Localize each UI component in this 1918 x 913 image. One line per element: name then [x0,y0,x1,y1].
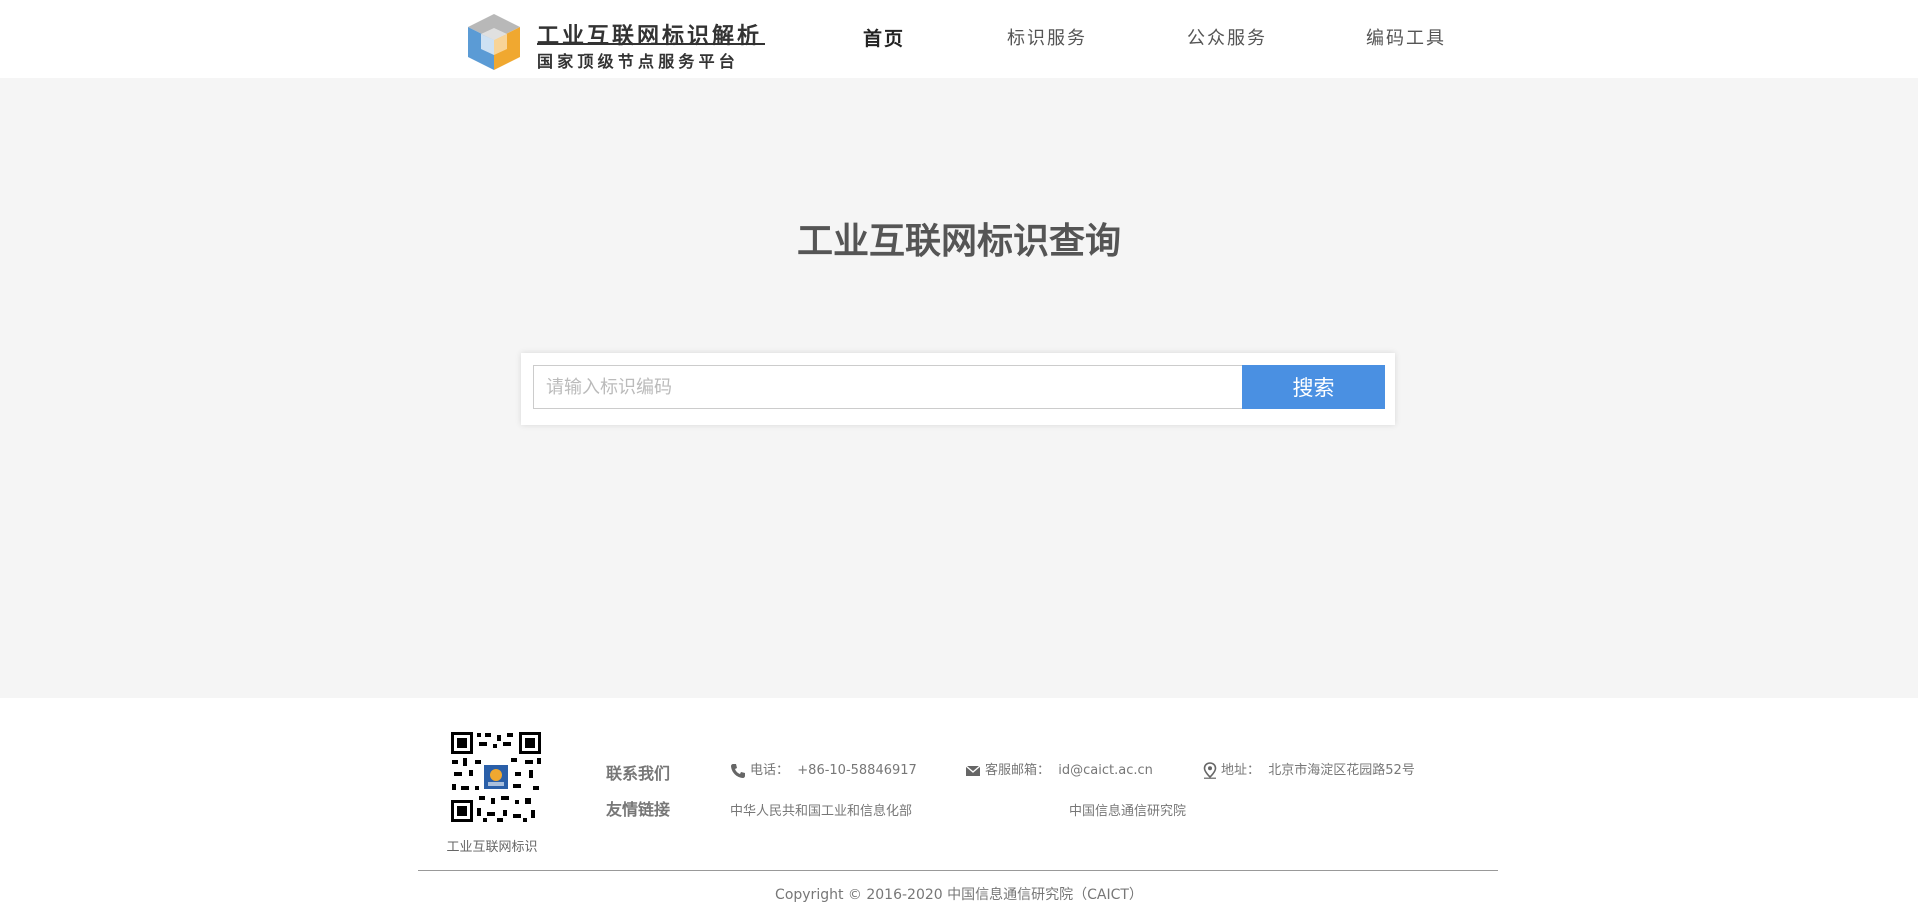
site-logo[interactable]: 工业互联网标识解析 国家顶级节点服务平台 [465,12,770,72]
logo-title: 工业互联网标识解析 [537,24,763,49]
search-input[interactable] [533,365,1243,409]
link-miit[interactable]: 中华人民共和国工业和信息化部 [730,800,912,819]
footer [0,698,1918,913]
logo-divider [537,43,765,45]
contact-phone: 电话： +86-10-58846917 [730,759,917,779]
qr-code-label: 工业互联网标识 [446,840,538,855]
nav-home[interactable]: 首页 [863,0,905,78]
main-search-area: 工业互联网标识查询 搜索 [0,78,1918,698]
top-header: 工业互联网标识解析 国家顶级节点服务平台 首页 标识服务 公众服务 编码工具 [0,0,1918,78]
email-value[interactable]: id@caict.ac.cn [1058,763,1153,778]
address-value: 北京市海淀区花园路52号 [1268,763,1415,778]
phone-value: +86-10-58846917 [797,763,917,778]
location-icon [1203,762,1217,779]
contact-address: 地址： 北京市海淀区花园路52号 [1203,759,1415,779]
nav-public-services[interactable]: 公众服务 [1187,0,1267,78]
cube-logo-icon [468,14,520,70]
phone-label: 电话： [750,763,790,778]
qr-code-icon [449,730,543,824]
link-caict[interactable]: 中国信息通信研究院 [1069,800,1186,819]
contact-heading: 联系我们 [606,764,671,783]
address-label: 地址： [1221,763,1261,778]
phone-icon [731,763,745,778]
footer-divider [418,870,1498,871]
page-title: 工业互联网标识查询 [796,221,1121,262]
search-box: 搜索 [521,353,1395,425]
email-label: 客服邮箱： [985,763,1051,778]
search-button[interactable]: 搜索 [1242,365,1385,409]
contact-email: 客服邮箱： id@caict.ac.cn [965,759,1153,778]
links-heading: 友情链接 [606,800,671,819]
nav-encoding-tools[interactable]: 编码工具 [1366,0,1446,78]
mail-icon [965,764,981,776]
copyright-text: Copyright © 2016-2020 中国信息通信研究院（CAICT） [775,887,1143,903]
logo-subtitle: 国家顶级节点服务平台 [537,52,740,71]
nav-identifier-services[interactable]: 标识服务 [1007,0,1087,78]
